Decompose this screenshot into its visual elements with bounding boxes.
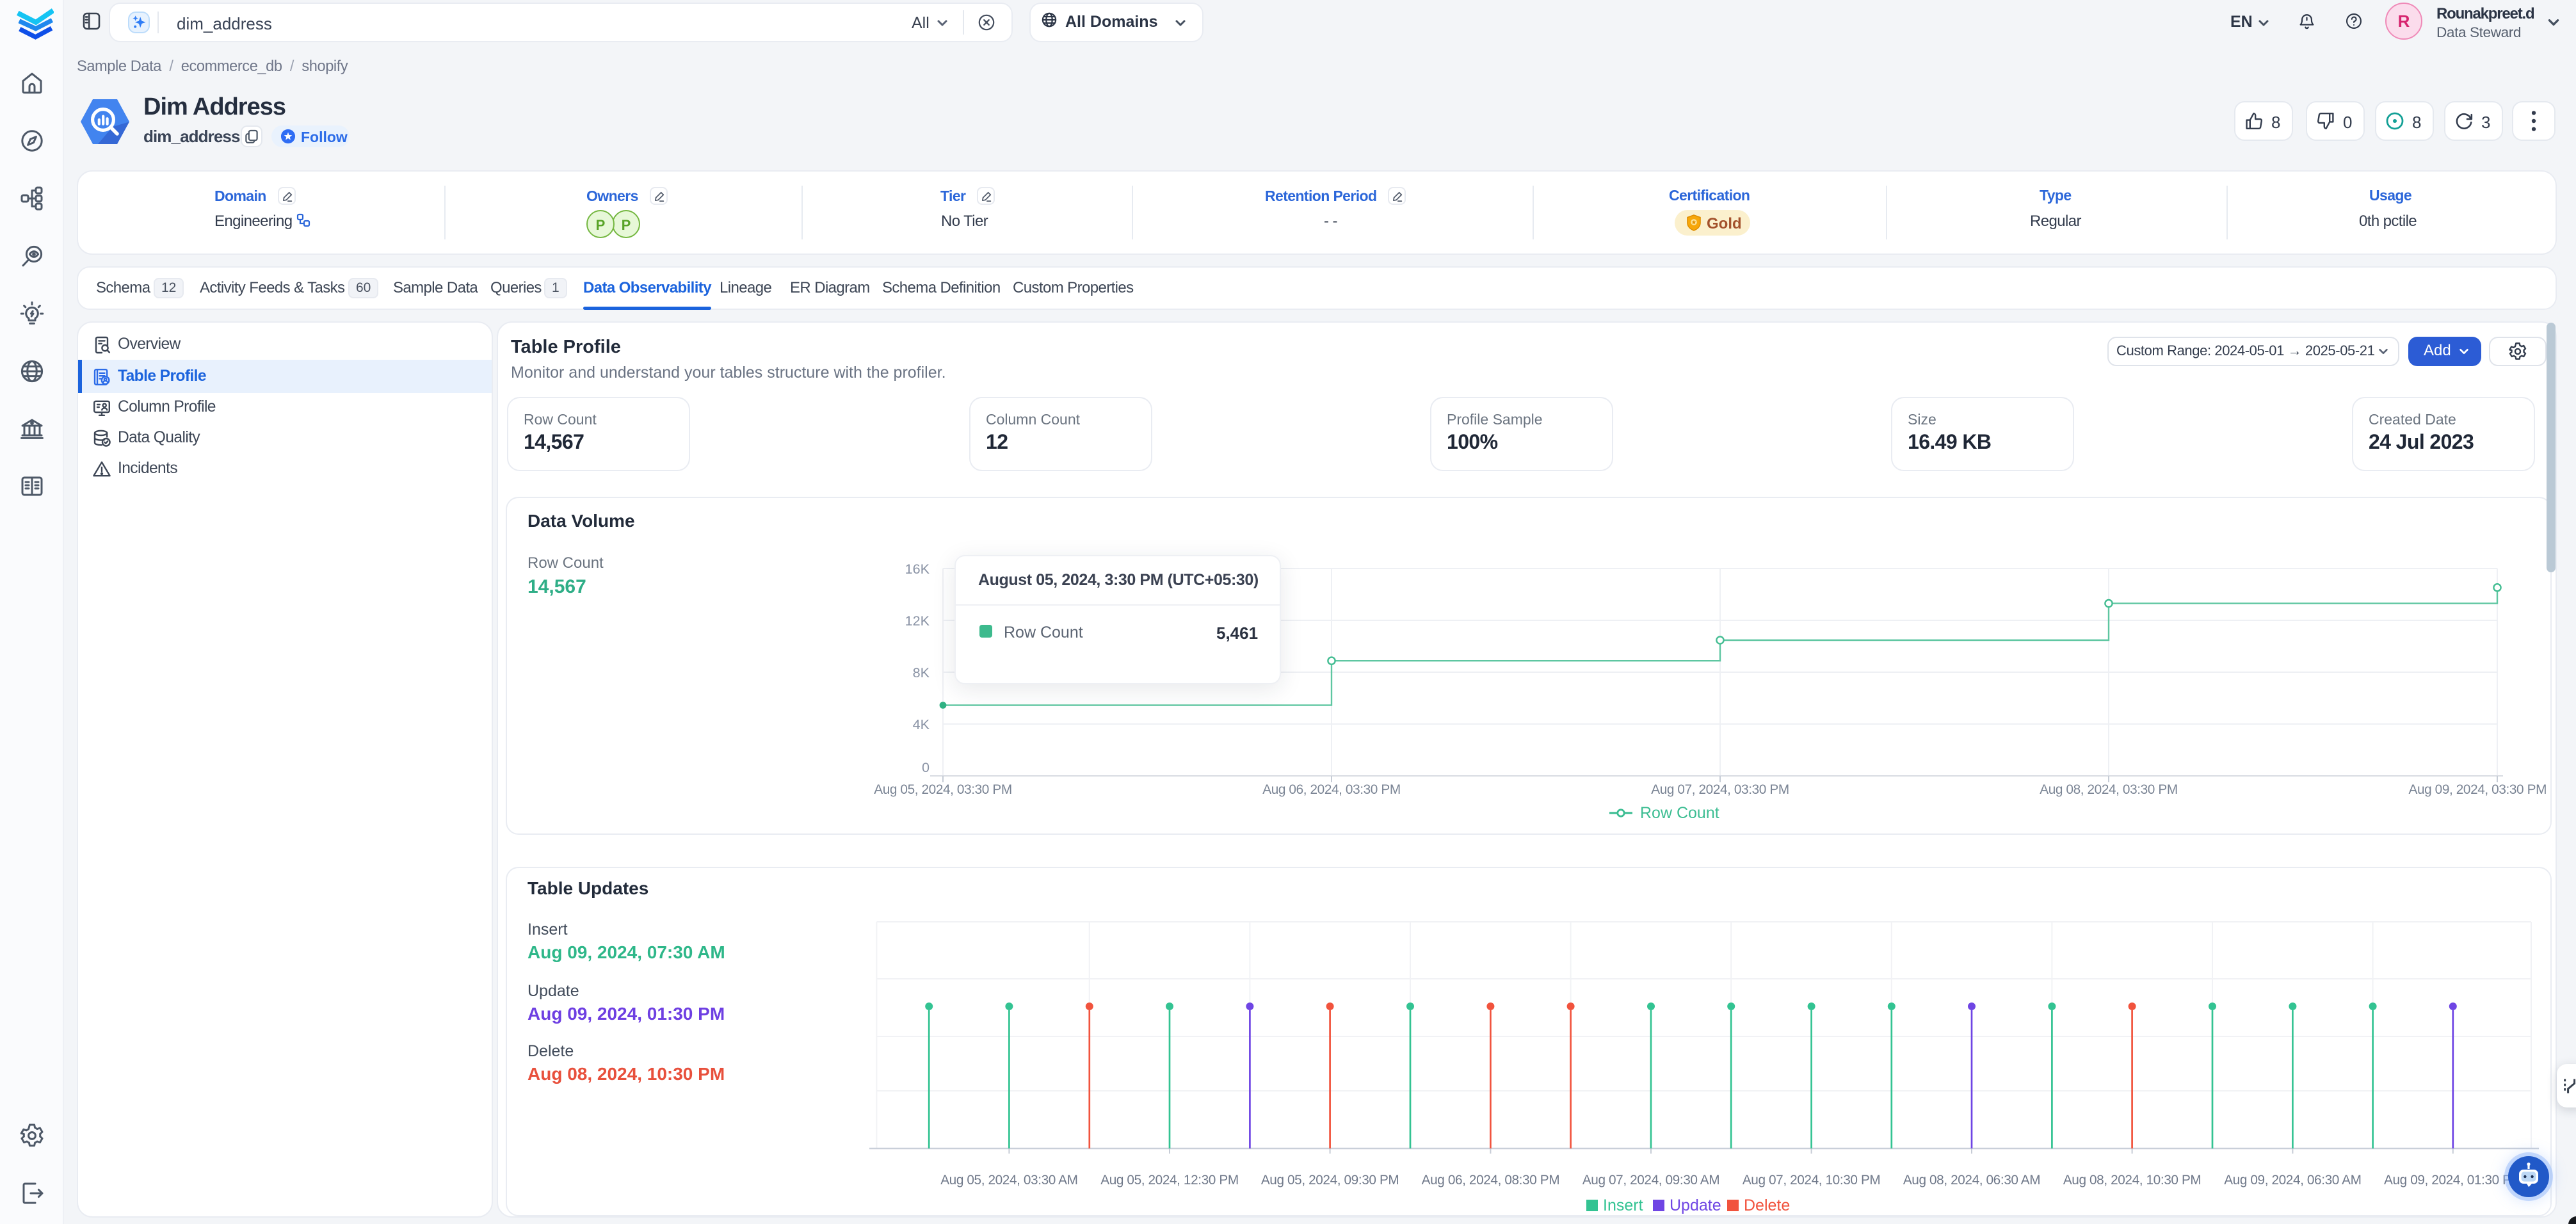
svg-text:8K: 8K — [913, 664, 930, 680]
svg-text:Row Count: Row Count — [1640, 804, 1719, 822]
svg-text:Delete: Delete — [1744, 1196, 1790, 1214]
svg-text:Aug 07, 2024, 10:30 PM: Aug 07, 2024, 10:30 PM — [1743, 1173, 1881, 1188]
svg-text:Aug 05, 2024, 09:30 PM: Aug 05, 2024, 09:30 PM — [1261, 1173, 1399, 1188]
svg-text:Aug 08, 2024, 10:30 PM: Aug 08, 2024, 10:30 PM — [2063, 1173, 2202, 1188]
svg-text:Aug 05, 2024, 03:30 AM: Aug 05, 2024, 03:30 AM — [940, 1173, 1077, 1188]
svg-text:Aug 06, 2024, 03:30 PM: Aug 06, 2024, 03:30 PM — [1262, 782, 1401, 797]
svg-text:Aug 08, 2024, 03:30 PM: Aug 08, 2024, 03:30 PM — [2040, 782, 2178, 797]
svg-text:Aug 07, 2024, 03:30 PM: Aug 07, 2024, 03:30 PM — [1651, 782, 1789, 797]
svg-text:0: 0 — [922, 759, 930, 775]
svg-text:Aug 05, 2024, 12:30 PM: Aug 05, 2024, 12:30 PM — [1100, 1173, 1239, 1188]
svg-text:Aug 07, 2024, 09:30 AM: Aug 07, 2024, 09:30 AM — [1582, 1173, 1719, 1188]
svg-text:Aug 09, 2024, 03:30 PM: Aug 09, 2024, 03:30 PM — [2408, 782, 2547, 797]
svg-text:Aug 09, 2024, 01:30 PM: Aug 09, 2024, 01:30 PM — [2384, 1173, 2522, 1188]
svg-text:Aug 06, 2024, 08:30 PM: Aug 06, 2024, 08:30 PM — [1422, 1173, 1560, 1188]
svg-text:4K: 4K — [913, 716, 930, 732]
svg-text:Aug 08, 2024, 06:30 AM: Aug 08, 2024, 06:30 AM — [1903, 1173, 2040, 1188]
svg-text:12K: 12K — [905, 613, 930, 629]
svg-text:Insert: Insert — [1603, 1196, 1643, 1214]
svg-text:Update: Update — [1670, 1196, 1721, 1214]
svg-text:Aug 09, 2024, 06:30 AM: Aug 09, 2024, 06:30 AM — [2224, 1173, 2361, 1188]
svg-text:Aug 05, 2024, 03:30 PM: Aug 05, 2024, 03:30 PM — [874, 782, 1012, 797]
svg-text:16K: 16K — [905, 561, 930, 577]
